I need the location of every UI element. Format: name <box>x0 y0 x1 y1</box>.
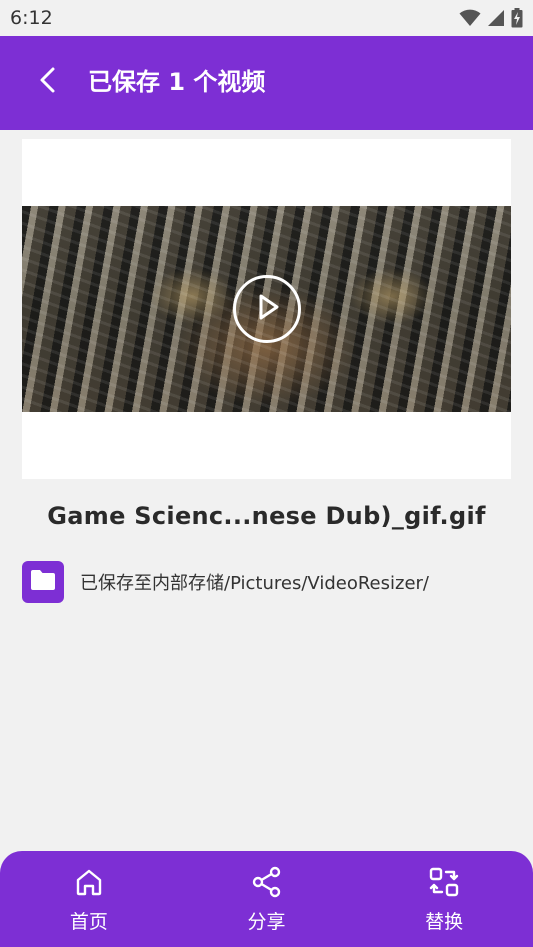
signal-icon <box>487 9 505 31</box>
save-path-text: 已保存至内部存储/Pictures/VideoResizer/ <box>80 573 429 594</box>
status-icons <box>459 8 523 32</box>
home-icon <box>73 866 105 898</box>
page-title: 已保存 1 个视频 <box>88 68 266 96</box>
nav-item-replace[interactable]: 替换 <box>355 851 533 947</box>
status-bar: 6:12 <box>0 0 533 36</box>
nav-label-replace: 替换 <box>425 911 464 933</box>
play-button[interactable] <box>233 275 301 343</box>
play-icon <box>253 292 281 326</box>
video-thumbnail[interactable] <box>22 206 511 412</box>
nav-item-home[interactable]: 首页 <box>0 851 178 947</box>
save-path-row: 已保存至内部存储/Pictures/VideoResizer/ <box>22 561 429 603</box>
wifi-icon <box>459 9 481 31</box>
back-arrow-icon <box>37 66 57 98</box>
battery-charging-icon <box>511 8 523 32</box>
bottom-nav: 首页 分享 替换 <box>0 851 533 947</box>
screen: 6:12 已保存 1 个视频 Game Scienc...nese Dub)_g… <box>0 0 533 947</box>
app-bar: 已保存 1 个视频 <box>0 36 533 130</box>
folder-button[interactable] <box>22 561 64 603</box>
status-time: 6:12 <box>10 7 53 29</box>
file-name: Game Scienc...nese Dub)_gif.gif <box>47 502 486 530</box>
replace-icon <box>428 866 460 898</box>
share-icon <box>251 866 283 898</box>
nav-item-share[interactable]: 分享 <box>178 851 356 947</box>
video-preview-card[interactable] <box>22 139 511 479</box>
nav-label-home: 首页 <box>69 911 108 933</box>
back-button[interactable] <box>30 65 64 99</box>
folder-icon <box>30 569 56 595</box>
nav-label-share: 分享 <box>247 911 286 933</box>
